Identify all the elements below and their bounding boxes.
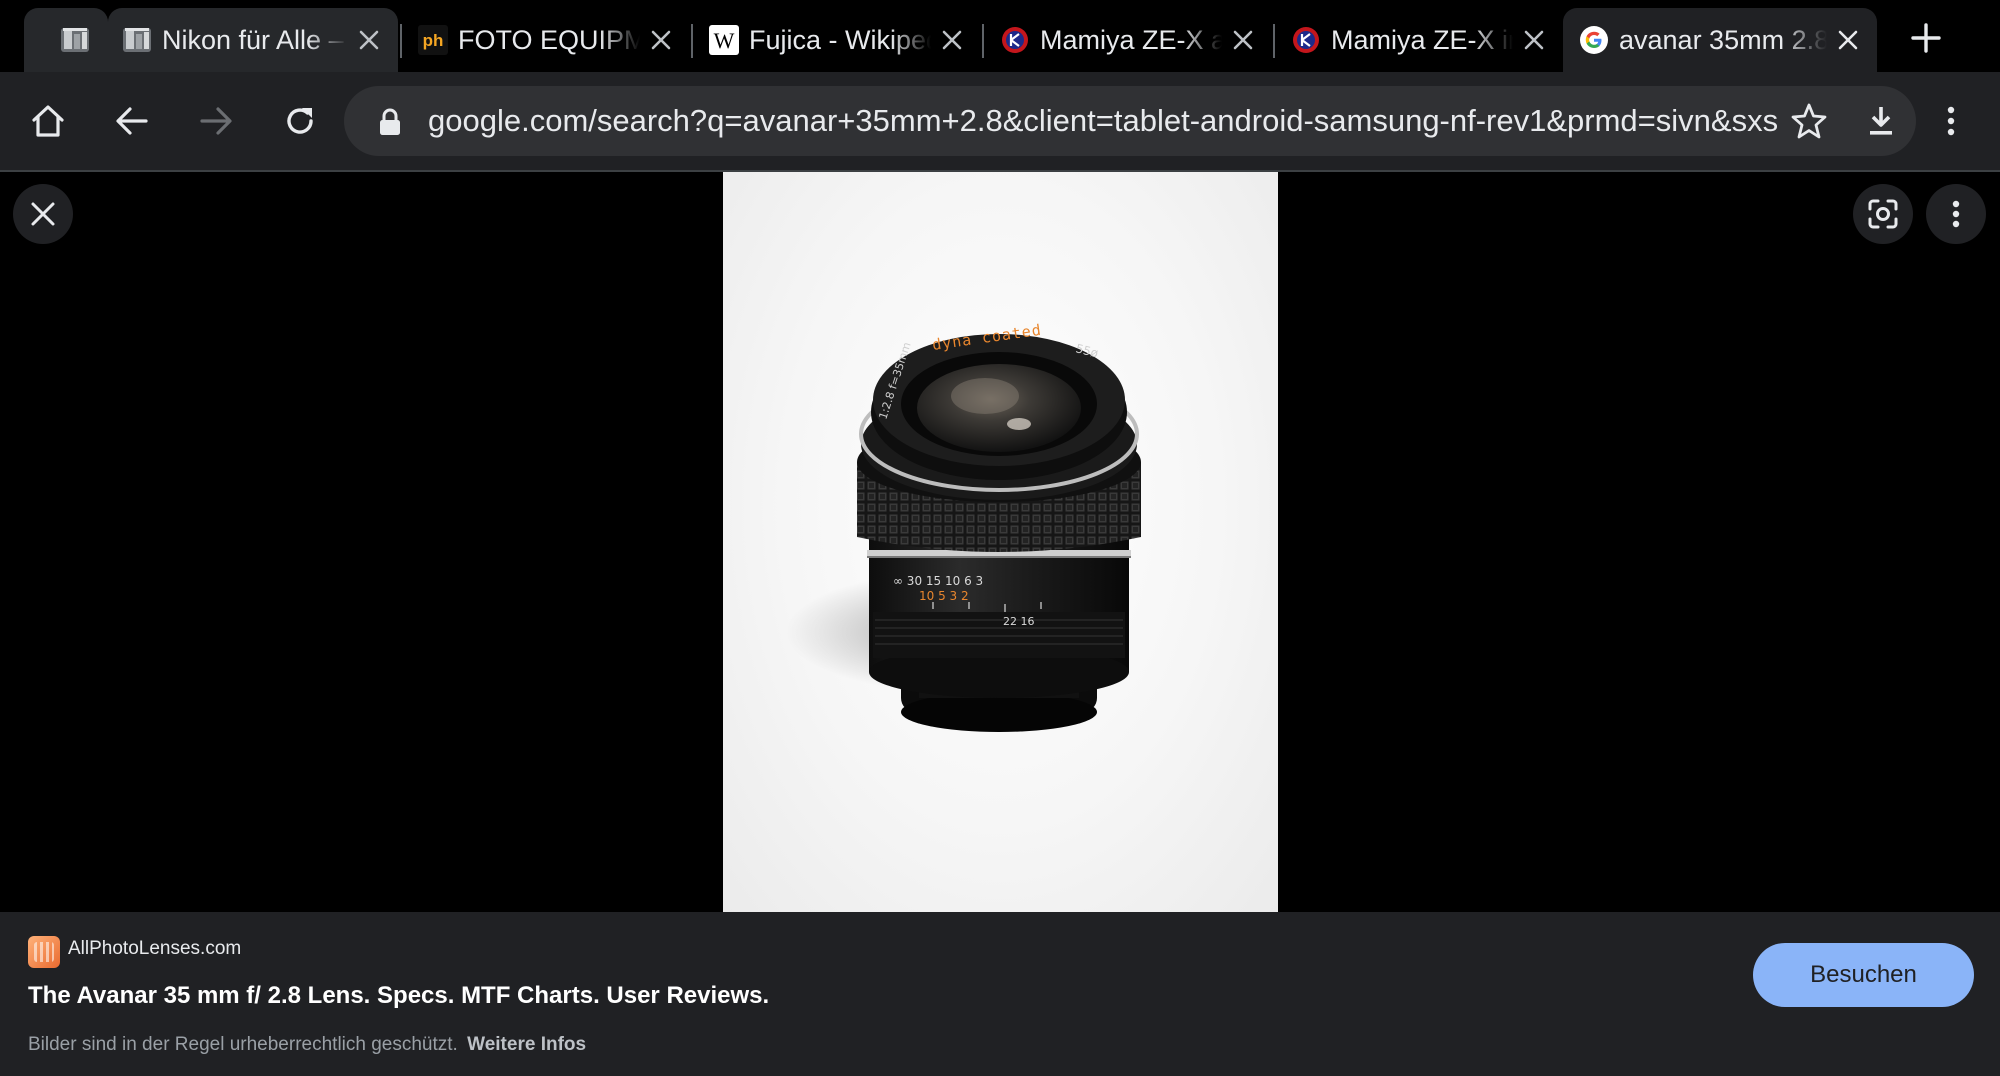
google-icon xyxy=(1579,25,1609,55)
copyright-text: Bilder sind in der Regel urheberrechtlic… xyxy=(28,1034,458,1055)
arrow-right-icon xyxy=(200,107,232,135)
more-vert-icon xyxy=(1947,106,1955,136)
tab-title: Mamiya ZE-X in xyxy=(1331,24,1513,55)
photohub-icon: ph xyxy=(418,25,448,55)
site-thumbnail-icon xyxy=(122,25,152,55)
lens-search-icon xyxy=(1868,199,1898,229)
tab-title: Mamiya ZE-X and xyxy=(1040,24,1222,55)
close-tab-icon[interactable] xyxy=(354,25,384,55)
tab-title: Fujica - Wikipedia xyxy=(749,24,931,55)
tab-0[interactable] xyxy=(24,8,108,72)
image-info-panel: AllPhotoLenses.com The Avanar 35 mm f/ 2… xyxy=(0,912,2000,1076)
address-bar[interactable]: google.com/search?q=avanar+35mm+2.8&clie… xyxy=(344,86,1916,156)
tab-title: FOTO EQUIPMENT xyxy=(458,24,640,55)
site-thumbnail-icon xyxy=(60,25,90,55)
close-tab-icon[interactable] xyxy=(1519,25,1549,55)
tab-mamiya-2[interactable]: Mamiya ZE-X in xyxy=(1275,8,1563,72)
forward-button[interactable] xyxy=(193,98,239,144)
home-icon xyxy=(32,105,64,137)
download-button[interactable] xyxy=(1858,98,1904,144)
back-button[interactable] xyxy=(109,98,155,144)
close-icon xyxy=(31,202,55,226)
distance-scale: ∞ 30 15 10 6 3 xyxy=(893,574,983,588)
viewer-more-button[interactable] xyxy=(1926,184,1986,244)
lens-photo[interactable]: ∞ 30 15 10 6 3 10 5 3 2 22 16 dyna coate… xyxy=(723,172,1278,912)
distance-scale-feet: 10 5 3 2 xyxy=(919,589,969,603)
tab-mamiya-1[interactable]: Mamiya ZE-X and xyxy=(984,8,1272,72)
lock-icon[interactable] xyxy=(378,108,402,136)
photohub-logo-text: ph xyxy=(423,31,444,50)
result-title[interactable]: The Avanar 35 mm f/ 2.8 Lens. Specs. MTF… xyxy=(28,982,769,1010)
download-icon xyxy=(1870,107,1892,135)
tab-nikon[interactable]: Nikon für Alle – xyxy=(108,8,398,72)
tab-title: Nikon für Alle – xyxy=(162,24,344,55)
depth-scale: 22 16 xyxy=(1003,615,1035,628)
close-tab-icon[interactable] xyxy=(646,25,676,55)
visit-button[interactable]: Besuchen xyxy=(1753,943,1974,1007)
more-info-link[interactable]: Weitere Infos xyxy=(467,1034,586,1055)
camera-lens-image: ∞ 30 15 10 6 3 10 5 3 2 22 16 dyna coate… xyxy=(786,321,1141,732)
mamiya-icon xyxy=(1000,25,1030,55)
tab-title: avanar 35mm 2.8 xyxy=(1619,24,1827,55)
menu-button[interactable] xyxy=(1928,98,1974,144)
more-vert-icon xyxy=(1952,200,1960,228)
tab-foto-equipment[interactable]: ph FOTO EQUIPMENT xyxy=(402,8,690,72)
browser-toolbar: google.com/search?q=avanar+35mm+2.8&clie… xyxy=(0,72,2000,171)
reload-icon xyxy=(287,108,313,134)
mamiya-icon xyxy=(1291,25,1321,55)
image-viewer: ∞ 30 15 10 6 3 10 5 3 2 22 16 dyna coate… xyxy=(0,172,2000,912)
copyright-notice: Bilder sind in der Regel urheberrechtlic… xyxy=(28,1034,586,1056)
tab-fujica-wikipedia[interactable]: W Fujica - Wikipedia xyxy=(693,8,981,72)
url-text[interactable]: google.com/search?q=avanar+35mm+2.8&clie… xyxy=(428,86,1778,156)
close-tab-icon[interactable] xyxy=(1833,25,1863,55)
close-tab-icon[interactable] xyxy=(937,25,967,55)
source-name[interactable]: AllPhotoLenses.com xyxy=(68,938,241,960)
new-tab-button[interactable] xyxy=(1908,20,1944,56)
wikipedia-icon: W xyxy=(709,25,739,55)
close-tab-icon[interactable] xyxy=(1228,25,1258,55)
arrow-left-icon xyxy=(116,107,148,135)
close-viewer-button[interactable] xyxy=(13,184,73,244)
plus-icon xyxy=(1911,23,1941,53)
star-bookmark-icon[interactable] xyxy=(1790,102,1828,140)
home-button[interactable] xyxy=(25,98,71,144)
allphotolenses-icon xyxy=(28,936,60,968)
tab-strip: Nikon für Alle – ph FOTO EQUIPMENT W Fuj… xyxy=(0,0,2000,72)
reload-button[interactable] xyxy=(277,98,323,144)
wikipedia-logo-text: W xyxy=(714,28,735,53)
tab-avanar-active[interactable]: avanar 35mm 2.8 xyxy=(1563,8,1877,72)
google-lens-button[interactable] xyxy=(1853,184,1913,244)
